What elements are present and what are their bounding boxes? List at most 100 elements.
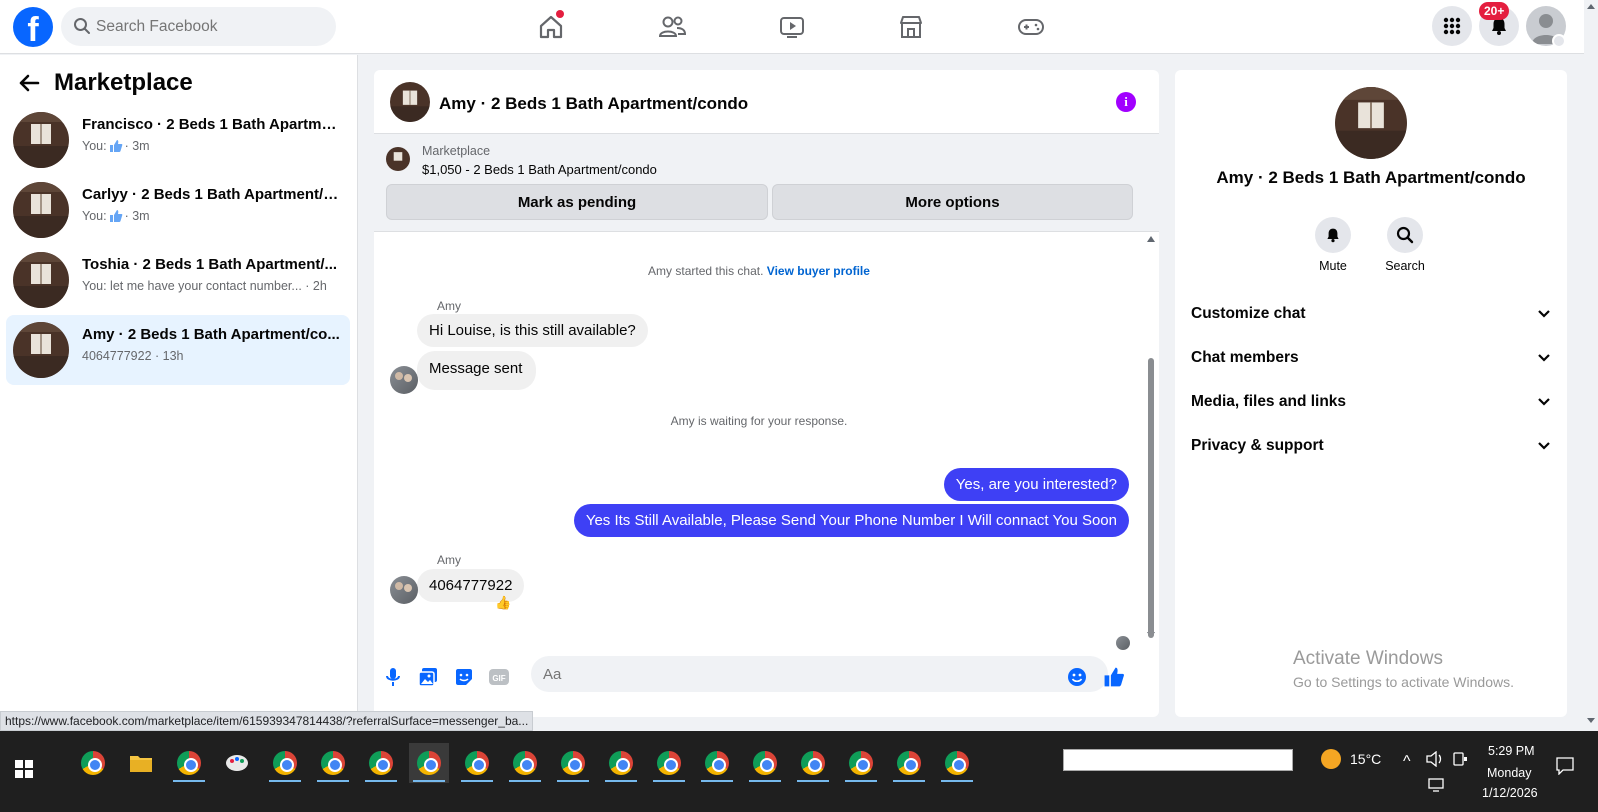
chrome-profile-taskbar-icon[interactable] [649, 743, 689, 783]
conversation-name: Amy · 2 Beds 1 Bath Apartment/co... [82, 326, 340, 343]
mute-button[interactable]: Mute [1303, 217, 1363, 273]
chrome-profile-taskbar-icon[interactable] [409, 743, 449, 783]
network-icon[interactable] [1452, 751, 1468, 770]
search-box[interactable] [61, 7, 336, 46]
marketplace-icon[interactable] [893, 10, 929, 44]
conversation-item-amy[interactable]: Amy · 2 Beds 1 Bath Apartment/co... 4064… [6, 315, 350, 385]
show-hidden-icons-chevron-icon[interactable]: ^ [1403, 753, 1411, 771]
gaming-icon[interactable] [1013, 10, 1049, 44]
started-text: Amy started this chat. [648, 264, 764, 278]
chrome-profile-taskbar-icon[interactable] [265, 743, 305, 783]
clock-day[interactable]: Monday [1487, 766, 1531, 780]
customize-chat-row[interactable]: Customize chat [1191, 299, 1551, 329]
view-buyer-profile-link[interactable]: View buyer profile [767, 264, 870, 278]
outgoing-message[interactable]: Yes Its Still Available, Please Send You… [573, 504, 1129, 537]
chevron-down-icon [1538, 354, 1550, 362]
media-files-links-row[interactable]: Media, files and links [1191, 387, 1551, 417]
chrome-profile-taskbar-icon[interactable] [457, 743, 497, 783]
sender-name: Amy [437, 553, 461, 567]
details-avatar[interactable] [1335, 87, 1407, 159]
file-explorer-icon[interactable] [121, 743, 161, 783]
chrome-profile-taskbar-icon[interactable] [937, 743, 977, 783]
sidebar-title: Marketplace [54, 69, 193, 96]
more-options-button[interactable]: More options [772, 184, 1133, 220]
incoming-message[interactable]: Message sent [417, 351, 537, 390]
info-icon[interactable]: i [1116, 92, 1136, 112]
listing-thumbnail[interactable] [386, 147, 410, 171]
chrome-profile-taskbar-icon[interactable] [841, 743, 881, 783]
listing-thumbnail [13, 322, 69, 378]
clock-time[interactable]: 5:29 PM [1488, 744, 1535, 758]
chrome-profile-taskbar-icon[interactable] [361, 743, 401, 783]
row-label: Media, files and links [1191, 393, 1347, 410]
windows-start-icon[interactable] [4, 749, 44, 789]
chat-panel: Amy · 2 Beds 1 Bath Apartment/condo i Ma… [374, 70, 1159, 717]
facebook-logo-icon[interactable]: f [13, 7, 53, 47]
chrome-taskbar-icon[interactable] [73, 743, 113, 783]
conversation-preview: You: let me have your contact number... … [82, 279, 327, 293]
conversation-item-francisco[interactable]: Francisco · 2 Beds 1 Bath Apartme... You… [6, 105, 350, 175]
paint-app-icon[interactable] [217, 743, 257, 783]
message-input[interactable] [531, 656, 1108, 692]
search-chat-button[interactable]: Search [1375, 217, 1435, 273]
like-send-icon[interactable] [1103, 666, 1125, 688]
volume-icon[interactable] [1426, 750, 1444, 770]
search-input[interactable] [96, 7, 326, 46]
listing-price-title[interactable]: $1,050 - 2 Beds 1 Bath Apartment/condo [422, 162, 657, 177]
search-icon [73, 17, 91, 40]
scroll-up-icon[interactable] [1587, 4, 1595, 9]
conversation-item-carlyy[interactable]: Carlyy · 2 Beds 1 Bath Apartment/c... Yo… [6, 175, 350, 245]
microphone-icon[interactable] [382, 666, 404, 688]
row-label: Customize chat [1191, 305, 1306, 322]
incoming-message[interactable]: Hi Louise, is this still available? [417, 314, 648, 347]
emoji-icon[interactable] [1066, 666, 1088, 688]
chrome-profile-taskbar-icon[interactable] [889, 743, 929, 783]
home-notification-dot [556, 10, 564, 18]
taskbar-address-box[interactable] [1063, 749, 1293, 771]
friends-icon[interactable] [654, 10, 690, 44]
chrome-profile-taskbar-icon[interactable] [793, 743, 833, 783]
chat-title[interactable]: Amy · 2 Beds 1 Bath Apartment/condo [439, 94, 748, 114]
menu-grid-icon[interactable] [1432, 6, 1472, 46]
sticker-icon[interactable] [453, 666, 475, 688]
display-icon[interactable] [1428, 778, 1444, 795]
chrome-profile-taskbar-icon[interactable] [745, 743, 785, 783]
chrome-profile-taskbar-icon[interactable] [697, 743, 737, 783]
chat-avatar[interactable] [390, 82, 430, 122]
clock-date[interactable]: 1/12/2026 [1482, 786, 1538, 800]
chat-scrollbar-thumb[interactable] [1148, 358, 1154, 638]
scroll-down-icon[interactable] [1587, 718, 1595, 723]
outgoing-message[interactable]: Yes, are you interested? [943, 468, 1129, 501]
chevron-down-icon [1538, 442, 1550, 450]
gif-icon[interactable]: GIF [488, 666, 510, 688]
chevron-down-icon[interactable] [1552, 34, 1566, 48]
video-icon[interactable] [774, 10, 810, 44]
top-navigation-bar: f 20+ [0, 0, 1584, 54]
action-center-icon[interactable] [1556, 757, 1574, 778]
search-icon [1387, 217, 1423, 253]
chrome-profile-taskbar-icon[interactable] [601, 743, 641, 783]
amy-avatar[interactable] [390, 576, 418, 604]
privacy-support-row[interactable]: Privacy & support [1191, 431, 1551, 461]
chrome-profile-taskbar-icon[interactable] [553, 743, 593, 783]
weather-temperature[interactable]: 15°C [1350, 751, 1381, 767]
status-bar-url: https://www.facebook.com/marketplace/ite… [0, 711, 534, 731]
chrome-profile-taskbar-icon[interactable] [169, 743, 209, 783]
photo-gallery-icon[interactable] [417, 666, 439, 688]
chat-members-row[interactable]: Chat members [1191, 343, 1551, 373]
preview-time: · 3m [124, 209, 150, 223]
listing-thumbnail [13, 252, 69, 308]
amy-avatar[interactable] [390, 366, 418, 394]
chrome-profile-taskbar-icon[interactable] [505, 743, 545, 783]
scroll-up-icon[interactable] [1147, 236, 1155, 242]
chevron-down-icon [1538, 310, 1550, 318]
conversation-item-toshia[interactable]: Toshia · 2 Beds 1 Bath Apartment/... You… [6, 245, 350, 315]
watermark-line-1: Activate Windows [1293, 648, 1443, 669]
page-scrollbar[interactable] [1584, 0, 1598, 731]
preview-prefix: You: [82, 209, 107, 223]
back-arrow-icon[interactable] [18, 73, 40, 98]
mark-as-pending-button[interactable]: Mark as pending [386, 184, 768, 220]
conversation-sidebar: Marketplace Francisco · 2 Beds 1 Bath Ap… [0, 55, 358, 717]
message-composer: GIF [374, 652, 1159, 702]
chrome-profile-taskbar-icon[interactable] [313, 743, 353, 783]
